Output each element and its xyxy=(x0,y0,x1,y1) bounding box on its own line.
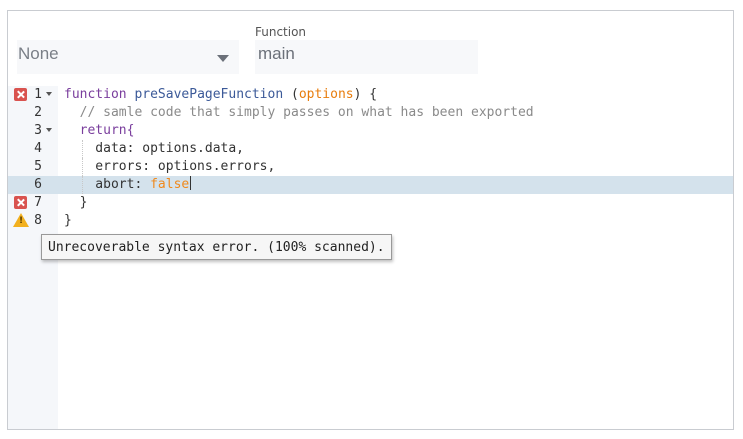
code-line-3[interactable]: 3 return{ xyxy=(8,122,733,140)
keyword-token: function xyxy=(64,87,135,102)
line-number: 8 xyxy=(34,213,42,228)
code-text: function preSavePageFunction (options) { xyxy=(64,86,377,104)
function-selector-dropdown[interactable]: None xyxy=(17,40,239,74)
line-number: 1 xyxy=(34,87,42,102)
line-number: 2 xyxy=(34,105,42,120)
function-name-input[interactable]: main xyxy=(255,40,478,74)
syntax-error-tooltip: Unrecoverable syntax error. (100% scanne… xyxy=(41,234,392,260)
punct-token: ( xyxy=(283,87,299,102)
punct-token: ) { xyxy=(353,87,378,102)
code-text: } xyxy=(64,195,88,210)
code-line-8[interactable]: ! 8 } xyxy=(8,212,733,230)
text-cursor xyxy=(190,176,192,190)
function-name-value: main xyxy=(258,44,295,63)
code-text: errors: options.errors, xyxy=(64,159,276,174)
function-selector-value: None xyxy=(18,44,59,63)
function-name-token: preSavePageFunction xyxy=(134,87,284,102)
chevron-down-icon[interactable] xyxy=(217,55,229,62)
code-text: data: options.data, xyxy=(64,141,245,156)
fold-toggle-icon[interactable] xyxy=(46,92,52,96)
boolean-token: false xyxy=(150,177,190,192)
keyword-token: return{ xyxy=(64,123,135,138)
code-line-6-active[interactable]: 6 abort: false xyxy=(8,176,733,194)
code-line-5[interactable]: 5 errors: options.errors, xyxy=(8,158,733,176)
code-token: abort: xyxy=(64,177,151,192)
code-text: } xyxy=(64,213,72,228)
line-number: 6 xyxy=(34,177,42,192)
param-token: options xyxy=(298,87,354,102)
function-field-label: Function xyxy=(255,25,307,39)
code-line-4[interactable]: 4 data: options.data, xyxy=(8,140,733,158)
code-line-2[interactable]: 2 // samle code that simply passes on wh… xyxy=(8,104,733,122)
code-line-7[interactable]: 7 } xyxy=(8,194,733,212)
line-number: 7 xyxy=(34,195,42,210)
comment-token: // samle code that simply passes on what… xyxy=(64,105,534,120)
fold-toggle-icon[interactable] xyxy=(46,128,52,132)
code-line-1[interactable]: 1 function preSavePageFunction (options)… xyxy=(8,86,733,104)
code-text: abort: false xyxy=(64,176,192,194)
line-number: 5 xyxy=(34,159,42,174)
line-number: 4 xyxy=(34,141,42,156)
line-number: 3 xyxy=(34,123,42,138)
